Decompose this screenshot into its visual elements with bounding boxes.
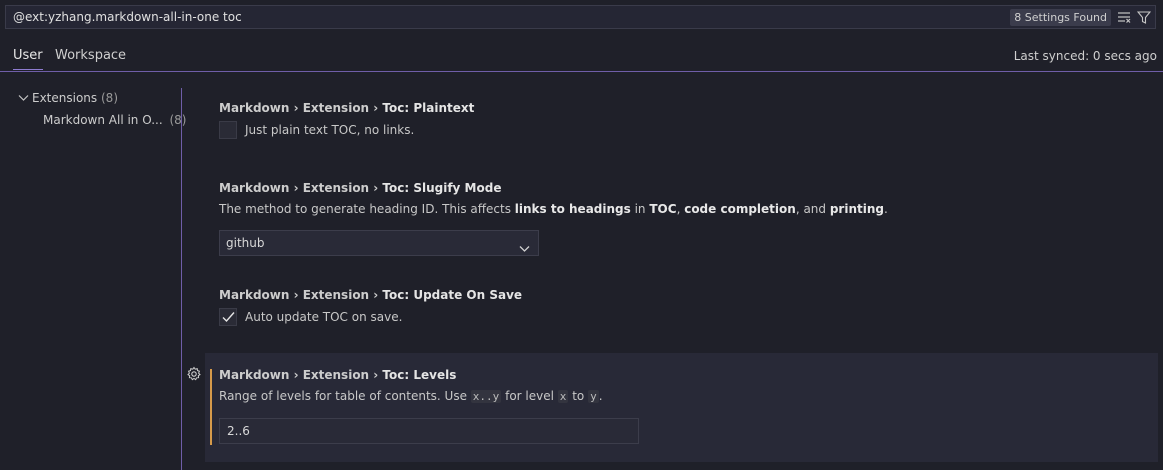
setting-title: Markdown › Extension › Toc: Update On Sa… xyxy=(219,288,1149,302)
slugify-mode-select[interactable]: github xyxy=(219,230,539,256)
setting-description: Range of levels for table of contents. U… xyxy=(219,389,603,403)
setting-key: Toc: Update On Save xyxy=(382,288,523,302)
sidebar-item-label: Markdown All in O... xyxy=(43,113,163,127)
tab-user[interactable]: User xyxy=(13,48,43,70)
settings-editor: @ext:yzhang.markdown-all-in-one toc 8 Se… xyxy=(0,0,1163,470)
checkbox-label: Just plain text TOC, no links. xyxy=(245,123,415,137)
sidebar-divider xyxy=(181,88,182,470)
settings-found-badge: 8 Settings Found xyxy=(1010,8,1111,26)
focus-indicator xyxy=(210,369,212,445)
setting-key: Toc: Slugify Mode xyxy=(382,181,502,195)
setting-category: Markdown › Extension › xyxy=(219,288,383,302)
update-on-save-checkbox-row: Auto update TOC on save. xyxy=(219,308,1149,326)
search-input[interactable]: @ext:yzhang.markdown-all-in-one toc xyxy=(13,10,1010,24)
sidebar-item-count: (8) xyxy=(101,91,118,105)
setting-toc-slugify-mode: Markdown › Extension › Toc: Slugify Mode… xyxy=(219,181,1149,216)
levels-input[interactable]: 2..6 xyxy=(219,418,639,444)
clear-filter-icon[interactable] xyxy=(1115,8,1133,26)
tab-workspace[interactable]: Workspace xyxy=(55,48,126,69)
setting-toc-plaintext: Markdown › Extension › Toc: Plaintext Ju… xyxy=(219,101,1149,139)
setting-key: Toc: Levels xyxy=(382,368,457,382)
setting-toc-levels: Markdown › Extension › Toc: Levels Range… xyxy=(219,368,1149,403)
select-value: github xyxy=(226,236,265,250)
sync-status: Last synced: 0 secs ago xyxy=(1013,49,1157,63)
setting-title: Markdown › Extension › Toc: Plaintext xyxy=(219,101,1149,115)
setting-title: Markdown › Extension › Toc: Levels xyxy=(219,368,1149,382)
update-on-save-checkbox[interactable] xyxy=(219,308,237,326)
checkbox-label: Auto update TOC on save. xyxy=(245,310,403,324)
plaintext-checkbox-row: Just plain text TOC, no links. xyxy=(219,121,1149,139)
sidebar-item-label: Extensions xyxy=(32,91,98,105)
settings-toc-sidebar xyxy=(0,73,181,470)
setting-key: Toc: Plaintext xyxy=(382,101,475,115)
sidebar-item-count: (8) xyxy=(169,113,187,127)
sidebar-item-extensions[interactable]: Extensions (8) xyxy=(18,91,118,105)
setting-category: Markdown › Extension › xyxy=(219,101,383,115)
setting-category: Markdown › Extension › xyxy=(219,368,383,382)
settings-scope-tabs: User Workspace Last synced: 0 secs ago xyxy=(0,40,1163,72)
chevron-down-icon xyxy=(519,238,530,257)
plaintext-checkbox[interactable] xyxy=(219,121,237,139)
chevron-down-icon xyxy=(18,91,32,105)
sidebar-item-markdown-all-in-one[interactable]: Markdown All in O... (8) xyxy=(43,113,186,127)
settings-search-bar[interactable]: @ext:yzhang.markdown-all-in-one toc 8 Se… xyxy=(5,5,1156,29)
gear-icon[interactable] xyxy=(186,366,202,382)
setting-description: The method to generate heading ID. This … xyxy=(219,202,888,216)
setting-title: Markdown › Extension › Toc: Slugify Mode xyxy=(219,181,1149,195)
setting-toc-update-on-save: Markdown › Extension › Toc: Update On Sa… xyxy=(219,288,1149,326)
filter-icon[interactable] xyxy=(1135,8,1153,26)
check-icon xyxy=(222,312,235,323)
setting-category: Markdown › Extension › xyxy=(219,181,383,195)
